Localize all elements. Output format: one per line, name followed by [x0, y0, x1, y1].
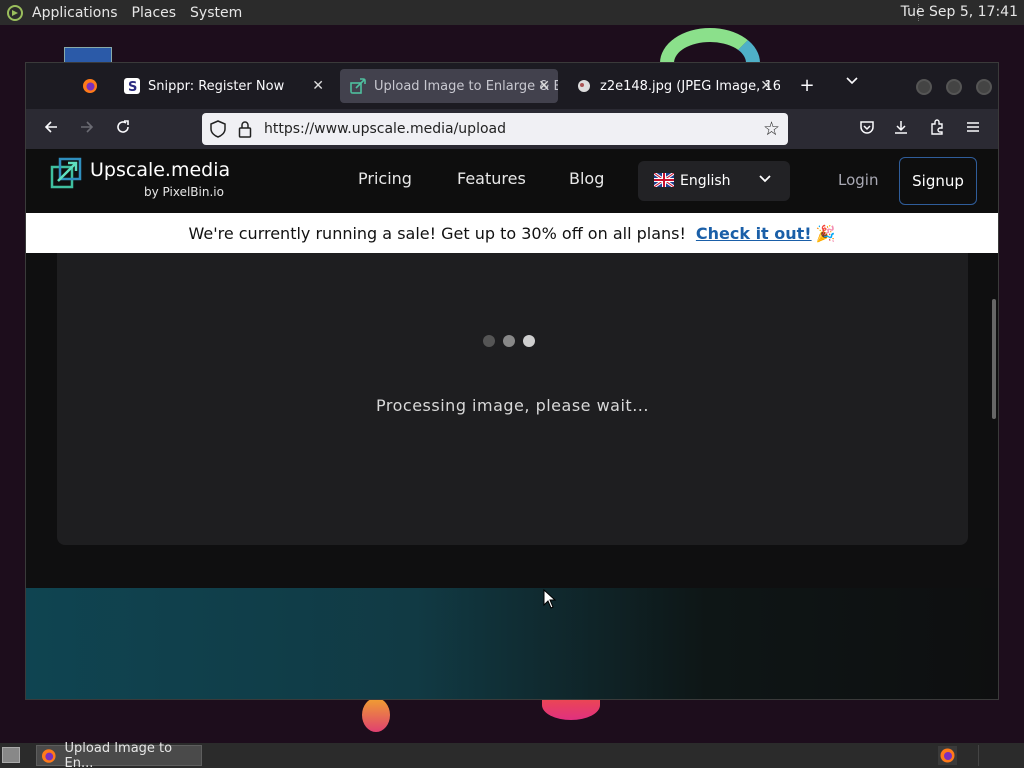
- close-tab-icon[interactable]: ✕: [312, 78, 324, 94]
- chevron-down-icon: [846, 77, 858, 85]
- party-popper-icon: 🎉: [815, 223, 836, 243]
- loading-dot: [523, 335, 535, 347]
- svg-text:S: S: [128, 80, 137, 94]
- close-tab-icon[interactable]: ✕: [760, 78, 772, 94]
- reload-button[interactable]: [112, 119, 134, 139]
- tab-jpeg-image[interactable]: z2e148.jpg (JPEG Image, 16( ✕: [566, 69, 780, 103]
- chevron-down-icon: [758, 171, 772, 189]
- nav-toolbar: https://www.upscale.media/upload ☆: [26, 109, 998, 149]
- firefox-icon: [41, 748, 56, 763]
- url-text[interactable]: https://www.upscale.media/upload: [264, 121, 506, 137]
- mouse-cursor-icon: [543, 589, 557, 609]
- puzzle-icon: [931, 119, 943, 135]
- back-arrow-icon: [44, 121, 57, 133]
- nav-blog[interactable]: Blog: [569, 169, 604, 188]
- pocket-icon: [860, 121, 874, 134]
- forward-arrow-icon: [81, 121, 94, 133]
- pocket-button[interactable]: [856, 119, 878, 139]
- firefox-tray-icon[interactable]: [938, 746, 957, 765]
- tab-bar: S Snippr: Register Now ✕ Upload Image to…: [26, 63, 998, 109]
- decorative-gradient-section: [26, 588, 998, 699]
- shield-icon[interactable]: [210, 120, 226, 138]
- login-link[interactable]: Login: [838, 171, 878, 189]
- list-all-tabs-button[interactable]: [841, 73, 863, 92]
- loading-dot: [483, 335, 495, 347]
- processing-message: Processing image, please wait...: [376, 396, 649, 415]
- firefox-icon: [83, 79, 97, 93]
- reload-icon: [117, 120, 129, 133]
- minimize-button[interactable]: [916, 79, 932, 95]
- sale-banner: We're currently running a sale! Get up t…: [26, 213, 998, 253]
- tray-separator: [978, 745, 980, 766]
- loading-dot: [503, 335, 515, 347]
- tab-snippr[interactable]: S Snippr: Register Now ✕: [114, 69, 332, 103]
- back-button[interactable]: [40, 119, 62, 139]
- system-menu[interactable]: System: [190, 5, 242, 21]
- signup-button[interactable]: Signup: [899, 157, 977, 205]
- lock-icon[interactable]: [238, 120, 252, 138]
- wallpaper-blob: [362, 698, 390, 732]
- tab-title: z2e148.jpg (JPEG Image, 16(: [600, 78, 780, 94]
- forward-button[interactable]: [76, 119, 98, 139]
- upscale-logo[interactable]: Upscale.media by PixelBin.io: [50, 157, 230, 205]
- logo-byline: by PixelBin.io: [144, 185, 224, 199]
- applications-menu[interactable]: Applications: [32, 5, 118, 21]
- language-select[interactable]: English: [638, 161, 790, 201]
- clock[interactable]: Tue Sep 5, 17:41: [901, 4, 1018, 20]
- language-label: English: [680, 173, 731, 189]
- close-window-button[interactable]: [976, 79, 992, 95]
- sale-cta-link[interactable]: Check it out!: [696, 224, 812, 243]
- top-panel: Applications Places System Tue Sep 5, 17…: [0, 0, 1024, 25]
- extensions-button[interactable]: [926, 119, 948, 139]
- url-bar[interactable]: https://www.upscale.media/upload ☆: [202, 113, 788, 145]
- upload-processing-card: Processing image, please wait...: [57, 253, 968, 545]
- tab-title: Upload Image to Enlarge & E: [374, 78, 558, 94]
- bookmark-star-icon[interactable]: ☆: [763, 118, 780, 140]
- nav-features[interactable]: Features: [457, 169, 526, 188]
- close-tab-icon[interactable]: ✕: [538, 78, 550, 94]
- nav-pricing[interactable]: Pricing: [358, 169, 412, 188]
- show-desktop-icon[interactable]: [2, 747, 20, 763]
- tab-pinned-firefox[interactable]: [72, 69, 102, 103]
- upscale-icon: [350, 78, 366, 94]
- downloads-button[interactable]: [890, 119, 912, 139]
- places-menu[interactable]: Places: [132, 5, 177, 21]
- browser-window: S Snippr: Register Now ✕ Upload Image to…: [25, 62, 999, 700]
- loading-dots: [483, 335, 535, 347]
- task-title: Upload Image to En...: [64, 740, 173, 768]
- app-menu-button[interactable]: [962, 119, 984, 139]
- download-icon: [895, 121, 907, 134]
- distro-logo-icon[interactable]: [6, 4, 24, 22]
- web-page: Upscale.media by PixelBin.io Pricing Fea…: [26, 149, 998, 699]
- new-tab-button[interactable]: +: [796, 75, 818, 96]
- logo-name: Upscale.media: [90, 159, 231, 181]
- uk-flag-icon: [654, 173, 674, 187]
- image-icon: [578, 80, 590, 92]
- taskbar-window-button[interactable]: Upload Image to En...: [36, 741, 202, 768]
- sale-text: We're currently running a sale! Get up t…: [188, 223, 686, 243]
- bottom-panel: Upload Image to En...: [0, 741, 1024, 768]
- hamburger-menu-icon: [967, 122, 979, 132]
- upscale-logo-icon: [50, 157, 82, 189]
- site-header: Upscale.media by PixelBin.io Pricing Fea…: [26, 149, 998, 213]
- maximize-button[interactable]: [946, 79, 962, 95]
- tab-title: Snippr: Register Now: [148, 78, 285, 94]
- snippr-s-icon: S: [124, 78, 140, 94]
- page-scrollbar[interactable]: [992, 299, 996, 419]
- tab-upscale-active[interactable]: Upload Image to Enlarge & E ✕: [340, 69, 558, 103]
